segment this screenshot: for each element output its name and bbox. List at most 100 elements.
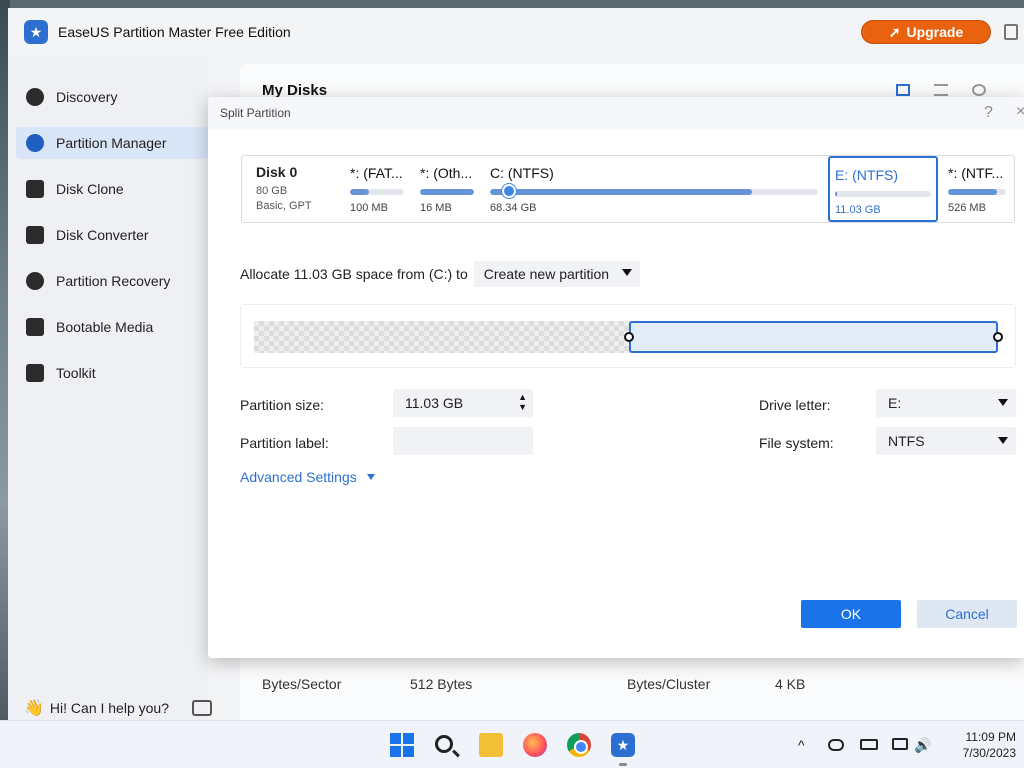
cancel-button[interactable]: Cancel xyxy=(917,600,1017,628)
disk-properties: Bytes/Sector 512 Bytes Bytes/Cluster 4 K… xyxy=(262,676,1022,696)
partition-size-label: Partition size: xyxy=(240,397,325,413)
partition-usage-bar xyxy=(350,189,404,195)
keyboard-icon[interactable] xyxy=(860,739,878,750)
disk-map: Disk 0 80 GB Basic, GPT *: (FAT... 100 M… xyxy=(241,155,1015,223)
chevron-down-icon xyxy=(998,399,1008,406)
sidebar-item-toolkit[interactable]: Toolkit xyxy=(16,357,208,389)
allocate-target-select[interactable]: Create new partition xyxy=(473,261,640,287)
close-icon[interactable]: × xyxy=(1016,103,1024,121)
dialog-title: Split Partition xyxy=(220,106,291,120)
sidebar-item-partition-recovery[interactable]: Partition Recovery xyxy=(16,265,208,297)
partition-name: E: (NTFS) xyxy=(835,167,898,183)
search-icon[interactable] xyxy=(435,735,453,753)
help-icon[interactable]: ? xyxy=(984,104,993,122)
sidebar-item-discovery[interactable]: Discovery xyxy=(16,81,208,113)
sidebar-item-label: Disk Clone xyxy=(56,181,124,197)
disk-name: Disk 0 xyxy=(256,164,298,180)
feedback-icon[interactable] xyxy=(1004,24,1018,40)
allocate-text: Allocate 11.03 GB space from (C:) to xyxy=(240,266,468,282)
partition-block[interactable]: *: (FAT... 100 MB xyxy=(350,156,406,222)
cloud-off-icon[interactable] xyxy=(828,739,844,751)
file-system-label: File system: xyxy=(759,435,834,451)
sidebar-item-label: Partition Manager xyxy=(56,135,167,151)
partition-usage-bar xyxy=(490,189,818,195)
partition-block[interactable]: *: (Oth... 16 MB xyxy=(420,156,476,222)
chevron-down-icon xyxy=(621,269,632,276)
partition-size-stepper[interactable]: 11.03 GB ▲ ▼ xyxy=(393,389,533,417)
ok-button[interactable]: OK xyxy=(801,600,901,628)
drive-letter-label: Drive letter: xyxy=(759,397,831,413)
easeus-taskbar-icon[interactable]: ★ xyxy=(611,733,635,757)
file-explorer-icon[interactable] xyxy=(479,733,503,757)
dialog-header: Split Partition ? × xyxy=(208,97,1024,129)
disk-type: Basic, GPT xyxy=(256,200,312,212)
bytes-per-sector-label: Bytes/Sector xyxy=(262,676,342,692)
new-partition-area[interactable] xyxy=(629,321,998,353)
volume-icon[interactable]: 🔊 xyxy=(914,737,931,754)
view-toggle xyxy=(896,84,986,96)
upgrade-button[interactable]: ➚ Upgrade xyxy=(861,20,991,44)
partition-size: 68.34 GB xyxy=(490,202,537,214)
chrome-icon[interactable] xyxy=(567,733,591,757)
list-view-icon[interactable] xyxy=(934,84,948,96)
partition-name: C: (NTFS) xyxy=(490,165,554,181)
toolbox-icon xyxy=(26,364,44,382)
grid-view-icon[interactable] xyxy=(896,84,910,96)
disk-size: 80 GB xyxy=(256,185,288,197)
partition-block[interactable]: C: (NTFS) 68.34 GB xyxy=(490,156,820,222)
advanced-settings-toggle[interactable]: Advanced Settings xyxy=(240,469,375,485)
partition-block-selected[interactable]: E: (NTFS) 11.03 GB xyxy=(828,156,938,222)
chat-icon[interactable] xyxy=(192,700,212,716)
partition-name: *: (NTF... xyxy=(948,165,1004,181)
compass-icon xyxy=(26,88,44,106)
sidebar-item-label: Toolkit xyxy=(56,365,96,381)
partition-usage-bar xyxy=(835,191,931,197)
sidebar-item-partition-manager[interactable]: Partition Manager xyxy=(16,127,208,159)
partition-usage-bar xyxy=(420,189,474,195)
firefox-icon[interactable] xyxy=(523,733,547,757)
partition-size: 526 MB xyxy=(948,202,986,214)
partition-label-field[interactable] xyxy=(393,427,533,455)
help-text: Hi! Can I help you? xyxy=(49,700,169,716)
convert-icon xyxy=(26,226,44,244)
sidebar: Discovery Partition Manager Disk Clone D… xyxy=(8,56,208,720)
refresh-icon[interactable] xyxy=(972,84,986,96)
bytes-per-sector-value: 512 Bytes xyxy=(410,676,473,692)
partition-name: *: (Oth... xyxy=(420,165,473,181)
app-title: EaseUS Partition Master Free Edition xyxy=(58,24,291,40)
split-partition-dialog: Split Partition ? × Disk 0 80 GB Basic, … xyxy=(208,97,1024,658)
right-resize-grip[interactable] xyxy=(993,332,1003,342)
split-slider xyxy=(240,304,1016,368)
bytes-per-cluster-label: Bytes/Cluster xyxy=(627,676,711,692)
sidebar-item-disk-converter[interactable]: Disk Converter xyxy=(16,219,208,251)
clock-time: 11:09 PM xyxy=(965,730,1016,744)
partition-size: 100 MB xyxy=(350,202,388,214)
upgrade-label: Upgrade xyxy=(906,24,964,40)
sidebar-item-label: Disk Converter xyxy=(56,227,149,243)
advanced-settings-label: Advanced Settings xyxy=(240,469,357,485)
partition-block[interactable]: *: (NTF... 526 MB xyxy=(948,156,1012,222)
partition-label-label: Partition label: xyxy=(240,435,329,451)
sidebar-item-bootable-media[interactable]: Bootable Media xyxy=(16,311,208,343)
allocate-target-value: Create new partition xyxy=(483,266,610,282)
chevron-down-icon xyxy=(366,474,375,480)
taskbar: ★ ^ 🔊 11:09 PM 7/30/2023 xyxy=(0,720,1024,768)
resize-handle[interactable] xyxy=(502,184,516,198)
network-icon[interactable] xyxy=(892,738,908,750)
title-bar: ★ EaseUS Partition Master Free Edition ➚… xyxy=(8,8,1024,56)
sidebar-item-label: Bootable Media xyxy=(56,319,154,335)
file-system-select[interactable]: NTFS xyxy=(876,427,1016,455)
partition-name: *: (FAT... xyxy=(350,165,403,181)
system-clock[interactable]: 11:09 PM 7/30/2023 xyxy=(940,729,1016,761)
sidebar-item-disk-clone[interactable]: Disk Clone xyxy=(16,173,208,205)
stepper-arrows-icon[interactable]: ▲ ▼ xyxy=(518,392,527,412)
drive-letter-select[interactable]: E: xyxy=(876,389,1016,417)
windows-start-icon[interactable] xyxy=(390,733,414,757)
left-resize-grip[interactable] xyxy=(624,332,634,342)
help-chat[interactable]: 👋 Hi! Can I help you? xyxy=(24,698,169,718)
disk-info: Disk 0 80 GB Basic, GPT xyxy=(256,164,312,214)
chevron-up-icon[interactable]: ^ xyxy=(798,737,805,753)
active-app-indicator xyxy=(619,763,627,766)
unallocated-area xyxy=(254,321,630,353)
wave-icon: 👋 xyxy=(24,700,44,717)
